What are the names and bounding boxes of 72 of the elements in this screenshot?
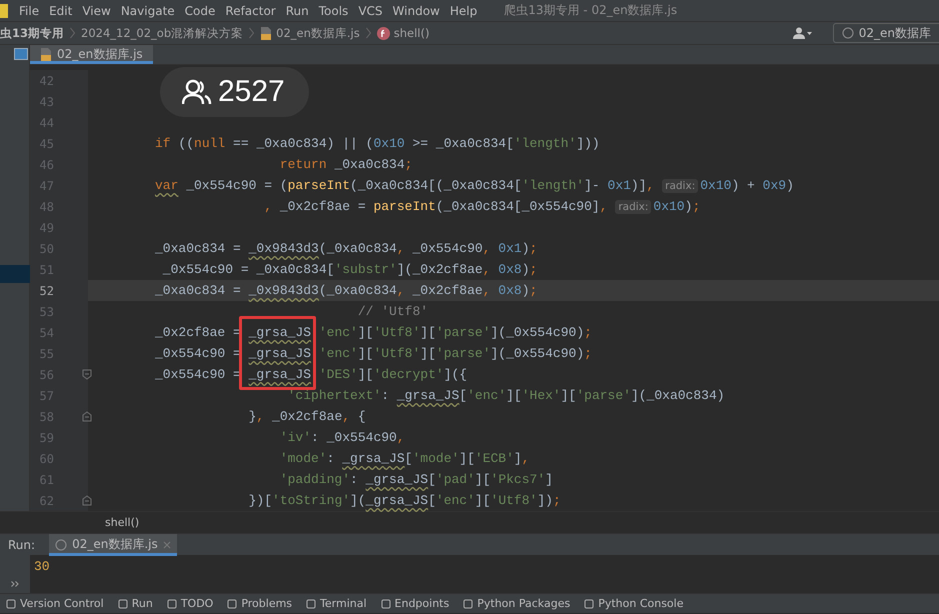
breadcrumb-item[interactable]: 02_en数据库.js	[260, 26, 360, 40]
more-icon[interactable]	[11, 581, 19, 587]
fold-marker-icon[interactable]	[82, 369, 92, 380]
tool-window-button[interactable]: Endpoints	[380, 597, 450, 610]
tool-icon	[306, 598, 316, 608]
editor-tab[interactable]: 02_en数据库.js	[30, 45, 153, 64]
panel-icon[interactable]	[14, 48, 28, 60]
code-line: _0xa0c834 = _0x9843d3(_0xa0c834, _0x554c90, 0x1);	[154, 241, 538, 256]
code-line: if ((null == _0xa0c834) || (0x10 >= _0xa0c834['length']))	[154, 136, 600, 151]
menu-item[interactable]: Help	[444, 4, 482, 18]
tool-window-button[interactable]: Problems	[227, 597, 292, 610]
node-icon	[55, 538, 68, 550]
menu-item[interactable]: Refactor	[220, 4, 281, 18]
tool-icon	[380, 598, 391, 608]
tool-window-button[interactable]: Python Packages	[463, 597, 570, 610]
fold-marker-icon[interactable]	[82, 411, 92, 422]
structure-breadcrumb[interactable]: shell()	[105, 516, 140, 529]
tool-window-button[interactable]: TODO	[166, 597, 214, 610]
js-file-icon	[40, 48, 52, 61]
function-icon	[376, 26, 390, 40]
code-line: 'padding': _grsa_JS['pad']['Pkcs7']	[278, 472, 553, 487]
run-tab[interactable]: 02_en数据库.js	[49, 534, 177, 556]
tool-icon	[166, 598, 177, 608]
tool-window-button[interactable]: Version Control	[6, 597, 104, 610]
close-icon[interactable]	[162, 540, 171, 548]
menu-item[interactable]: Tools	[314, 4, 354, 18]
run-label: Run:	[8, 538, 36, 552]
fold-marker-icon[interactable]	[82, 495, 92, 506]
chevron-icon	[366, 27, 371, 39]
tool-icon	[6, 598, 16, 608]
code-line: return _0xa0c834;	[278, 157, 412, 172]
selection-highlight	[0, 265, 30, 283]
tool-icon	[227, 598, 238, 608]
menu-item[interactable]: Code	[180, 4, 220, 18]
viewer-count: 2527	[218, 75, 285, 109]
js-file-icon	[260, 26, 272, 40]
menu-item[interactable]: View	[77, 4, 116, 18]
menu-item[interactable]: Edit	[44, 4, 78, 18]
node-icon	[842, 27, 854, 39]
menu-item[interactable]: VCS	[353, 4, 388, 18]
tool-icon	[584, 598, 594, 608]
tool-icon	[118, 598, 128, 608]
tool-window-button[interactable]: Run	[118, 597, 153, 610]
menu-item[interactable]: Run	[280, 4, 314, 18]
code-line: }, _0x2cf8ae, {	[248, 409, 366, 424]
app-logo-icon	[0, 4, 8, 18]
people-icon	[182, 79, 212, 105]
window-title: 爬虫13期专用 - 02_en数据库.js	[504, 2, 678, 19]
breadcrumb-item[interactable]: 2024_12_02_ob混淆解决方案	[81, 26, 244, 40]
code-line: })['toString'](_grsa_JS['enc']['Utf8']);	[248, 493, 561, 508]
console-output: 30	[34, 559, 50, 574]
breadcrumb-item[interactable]: shell()	[376, 26, 430, 40]
tool-icon	[463, 598, 474, 608]
code-line: _0x554c90 = _0xa0c834['substr'](_0x2cf8ae, 0x8);	[162, 262, 538, 277]
menu-item[interactable]: File	[14, 4, 44, 18]
user-icon[interactable]	[792, 27, 813, 39]
code-line: 'mode': _grsa_JS['mode']['ECB'],	[278, 451, 530, 466]
code-line: _0xa0c834 = _0x9843d3(_0xa0c834, _0x2cf8ae, 0x8);	[154, 283, 538, 298]
code-line: 'iv': _0x554c90,	[278, 430, 405, 445]
code-line: var _0x554c90 = (parseInt(_0xa0c834[(_0xa0c834['length']- 0x1)], radix: 0x10) + 0x9)	[154, 178, 794, 193]
line-number: 52	[38, 284, 54, 298]
menu-item[interactable]: Navigate	[116, 4, 180, 18]
code-line: 'ciphertext': _grsa_JS['enc']['Hex']['parse'](_0xa0c834)	[286, 388, 725, 403]
code-line: , _0x2cf8ae = parseInt(_0xa0c834[_0x554c90], radix: 0x10);	[263, 199, 700, 214]
code-line: // 'Utf8'	[356, 304, 428, 319]
chevron-icon	[249, 27, 254, 39]
menu-item[interactable]: Window	[388, 4, 445, 18]
breadcrumb-item[interactable]: 虫13期专用	[0, 26, 64, 40]
tool-window-button[interactable]: Python Console	[584, 597, 684, 610]
tool-window-button[interactable]: Terminal	[306, 597, 367, 610]
run-configuration-dropdown[interactable]: 02_en数据库	[832, 23, 939, 43]
chevron-icon	[70, 27, 76, 39]
